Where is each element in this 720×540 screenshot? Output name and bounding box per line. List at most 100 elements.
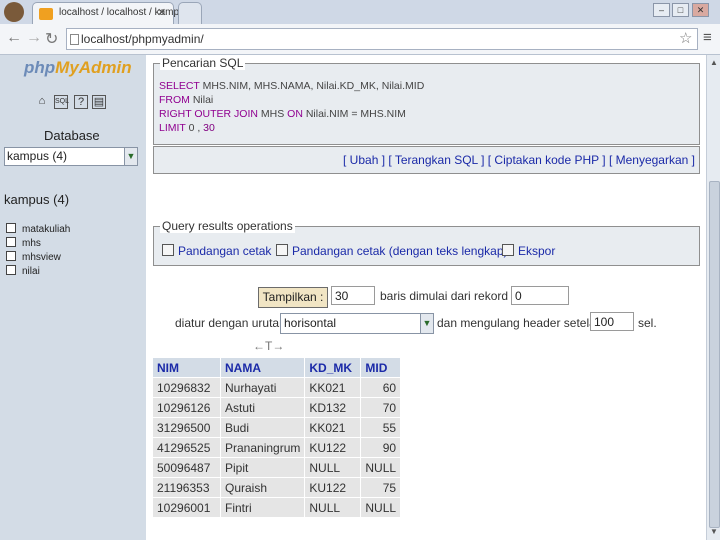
table-row[interactable]: 31296500 Budi KK021 55 [153,418,401,437]
table-cell: KU122 [305,438,361,457]
sql-number: 30 [203,122,215,134]
database-title[interactable]: kampus (4) [4,192,69,207]
table-cell: 90 [361,438,401,457]
repeat-header-input[interactable]: 100 [590,312,634,331]
new-tab-button[interactable] [178,2,202,25]
column-resize-arrows[interactable]: ←T→ [253,339,284,353]
table-row[interactable]: 50096487 Pipit NULL NULL [153,458,401,477]
table-cell: Prananingrum [221,438,305,457]
address-bar[interactable]: localhost/phpmyadmin/ ☆ [66,28,698,50]
close-button[interactable]: ✕ [692,3,709,17]
maximize-button[interactable]: □ [672,3,689,17]
query-results-operations: Query results operations Pandangan cetak… [153,219,700,266]
table-link[interactable]: nilai [22,266,40,277]
table-row[interactable]: 10296832 Nurhayati KK021 60 [153,378,401,397]
bookmark-star-icon[interactable]: ☆ [679,29,692,47]
sidebar-table-mhs[interactable]: mhs [6,237,41,249]
phpmyadmin-logo[interactable]: phpMyAdmin [24,58,132,78]
sidebar-table-mhsview[interactable]: mhsview [6,251,61,263]
column-header-nim[interactable]: NIM [153,358,220,377]
scroll-thumb[interactable] [709,181,720,528]
table-cell: 10296832 [153,378,220,397]
browser-tab[interactable]: localhost / localhost / kampus ✕ [32,2,190,25]
orientation-select[interactable]: horisontal ▼ [280,313,434,334]
url-text: localhost/phpmyadmin/ [81,32,204,46]
sql-line: SELECT MHS.NIM, MHS.NAMA, Nilai.KD_MK, N… [159,80,424,92]
home-icon[interactable]: ⌂ [36,95,48,107]
database-select-value: kampus (4) [7,149,68,163]
reload-icon[interactable]: ↻ [45,29,58,49]
chevron-down-icon: ▼ [420,314,433,333]
repeat-suffix: sel. [638,316,657,330]
database-select[interactable]: kampus (4) ▼ [4,147,138,166]
browser-toolbar: ← → ↻ localhost/phpmyadmin/ ☆ ≡ [0,24,720,55]
browser-tab-strip: localhost / localhost / kampus ✕ – □ ✕ [0,0,720,25]
sidebar-table-nilai[interactable]: nilai [6,265,40,277]
wrench-menu-icon[interactable]: ≡ [703,29,712,46]
scroll-up-icon[interactable]: ▲ [710,58,718,67]
forward-icon[interactable]: → [26,29,42,47]
sql-keyword: RIGHT OUTER JOIN [159,108,258,120]
start-record-input[interactable]: 0 [511,286,569,305]
print-view-full-link[interactable]: Pandangan cetak (dengan teks lengkap) [276,244,508,258]
table-cell: NULL [305,458,361,477]
table-icon [6,237,16,247]
table-link[interactable]: matakuliah [22,224,70,235]
table-cell: Astuti [221,398,305,417]
table-cell: 10296001 [153,498,220,517]
table-row[interactable]: 10296126 Astuti KD132 70 [153,398,401,417]
table-cell: 10296126 [153,398,220,417]
print-icon [276,244,288,256]
export-label[interactable]: Ekspor [518,244,555,258]
print-view-label[interactable]: Pandangan cetak [178,244,271,258]
sql-line: LIMIT 0 , 30 [159,122,215,134]
print-view-full-label[interactable]: Pandangan cetak (dengan teks lengkap) [292,244,508,258]
results-table: NIM NAMA KD_MK MID 10296832 Nurhayati KK02… [152,357,402,518]
table-cell: KD132 [305,398,361,417]
table-row[interactable]: 41296525 Prananingrum KU122 90 [153,438,401,457]
vertical-scrollbar[interactable]: ▲ ▼ [706,55,720,540]
table-cell: KK021 [305,418,361,437]
help-icon[interactable]: ? [74,95,88,109]
table-link[interactable]: mhs [22,238,41,249]
column-header-nama[interactable]: NAMA [221,358,305,377]
sql-links-bar: [ Ubah ] [ Terangkan SQL ] [ Ciptakan ko… [153,146,700,174]
sql-action-links[interactable]: [ Ubah ] [ Terangkan SQL ] [ Ciptakan ko… [343,153,695,167]
column-header-kd-mk[interactable]: KD_MK [305,358,361,377]
rows-input[interactable]: 30 [331,286,375,305]
table-cell: 70 [361,398,401,417]
table-cell: 21196353 [153,478,220,497]
sql-query-icon[interactable]: SQL [54,95,69,109]
table-cell: Quraish [221,478,305,497]
qrops-legend: Query results operations [160,219,295,233]
table-row[interactable]: 10296001 Fintri NULL NULL [153,498,401,517]
sql-line: RIGHT OUTER JOIN MHS ON Nilai.NIM = MHS.… [159,108,406,120]
table-cell: 50096487 [153,458,220,477]
tab-title: localhost / localhost / kampus [59,7,190,18]
back-icon[interactable]: ← [6,29,22,47]
sidebar-table-matakuliah[interactable]: matakuliah [6,223,70,235]
scroll-down-icon[interactable]: ▼ [710,527,718,536]
show-button[interactable]: Tampilkan : [258,287,328,308]
export-link[interactable]: Ekspor [502,244,555,258]
print-view-link[interactable]: Pandangan cetak [162,244,271,258]
table-cell: Budi [221,418,305,437]
sql-text: Nilai [189,94,214,106]
user-avatar [4,2,24,22]
sql-text: MHS [257,108,288,120]
pma-favicon-icon [39,8,53,20]
orientation-value: horisontal [284,316,337,330]
table-icon [6,251,16,261]
sql-line: FROM Nilai [159,94,213,106]
column-header-mid[interactable]: MID [361,358,401,377]
table-link[interactable]: mhsview [22,252,61,263]
table-cell: Fintri [221,498,305,517]
sql-keyword: ON [287,108,303,120]
results-body: 10296832 Nurhayati KK021 60 10296126 Astuti KD… [153,378,401,517]
table-cell: Nurhayati [221,378,305,397]
sidebar: phpMyAdmin ⌂ SQL ? ▤ Database kampus (4)… [0,55,146,540]
minimize-button[interactable]: – [653,3,670,17]
tab-close-icon[interactable]: ✕ [157,6,166,19]
documentation-icon[interactable]: ▤ [92,95,106,109]
table-row[interactable]: 21196353 Quraish KU122 75 [153,478,401,497]
